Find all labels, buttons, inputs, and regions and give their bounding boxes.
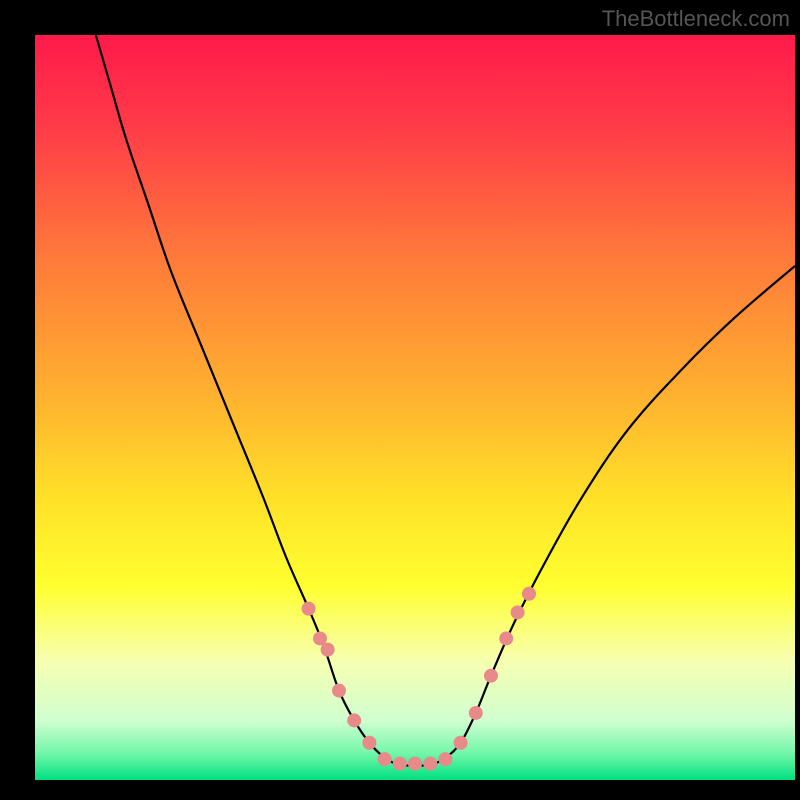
watermark-text: TheBottleneck.com <box>602 6 790 32</box>
highlight-marker <box>423 757 437 771</box>
chart-svg <box>35 35 795 780</box>
highlight-marker <box>522 587 536 601</box>
highlight-marker <box>393 757 407 771</box>
highlight-marker <box>499 631 513 645</box>
highlight-marker <box>469 706 483 720</box>
highlight-marker <box>347 713 361 727</box>
highlight-marker <box>378 752 392 766</box>
highlight-marker <box>438 752 452 766</box>
highlight-marker <box>332 684 346 698</box>
chart-background <box>35 35 795 780</box>
highlight-marker <box>511 605 525 619</box>
highlight-marker <box>454 736 468 750</box>
highlight-marker <box>408 757 422 771</box>
highlight-marker <box>321 643 335 657</box>
highlight-marker <box>302 602 316 616</box>
highlight-marker <box>484 669 498 683</box>
chart-plot-area <box>35 35 795 780</box>
highlight-marker <box>362 736 376 750</box>
